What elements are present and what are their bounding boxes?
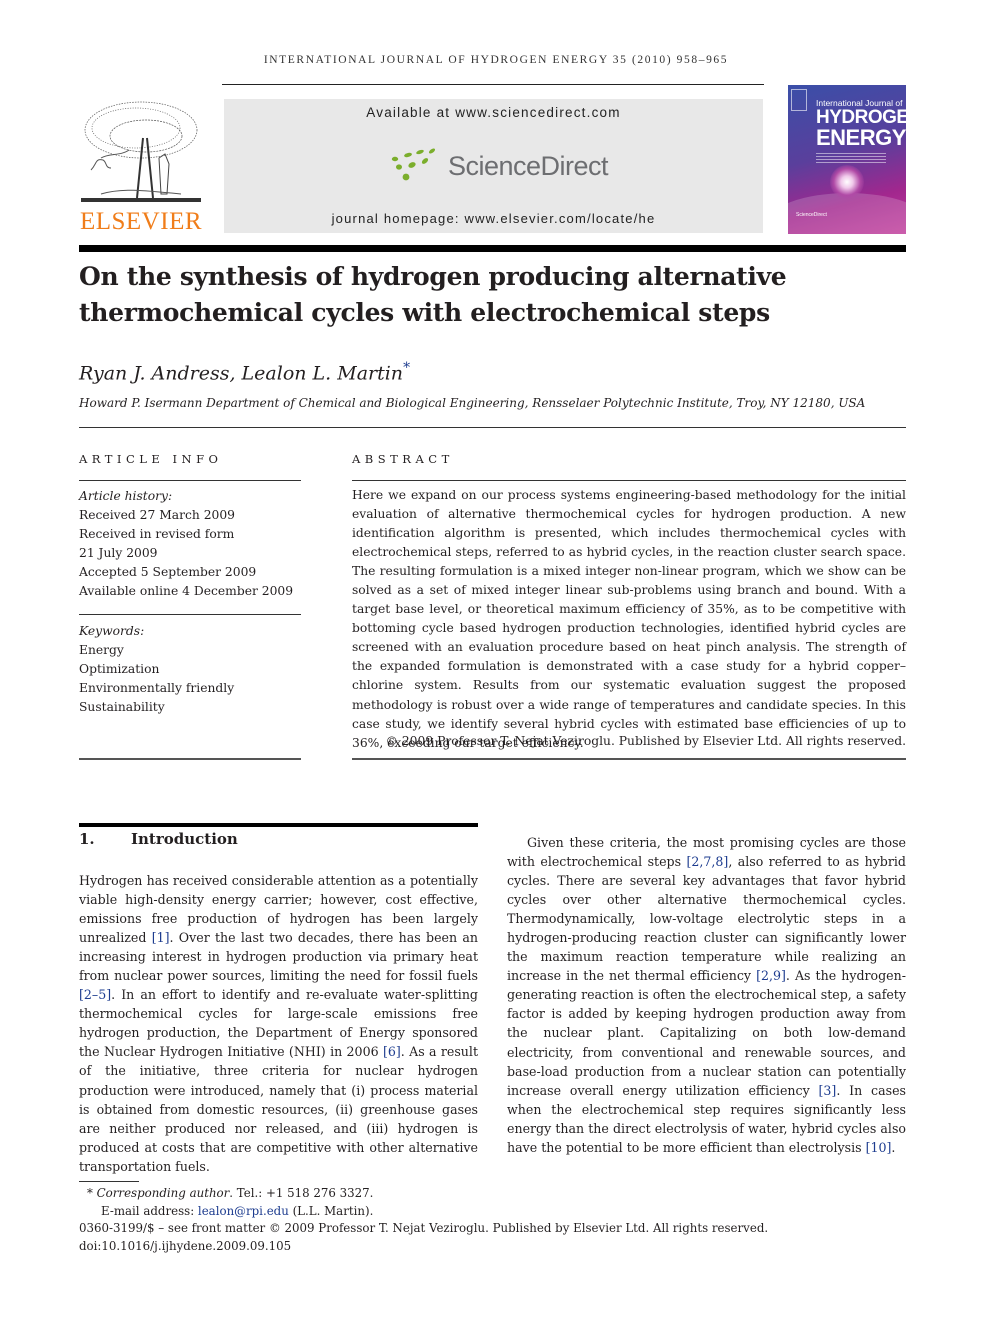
- section-heading-introduction: 1. Introduction: [79, 830, 238, 848]
- email-link[interactable]: lealon@rpi.edu: [198, 1204, 289, 1218]
- title-line-2: thermochemical cycles with electrochemic…: [79, 298, 770, 327]
- abstract-heading: ABSTRACT: [352, 452, 454, 466]
- citation-link[interactable]: [2–5]: [79, 987, 111, 1002]
- footnotes: * Corresponding author. Tel.: +1 518 276…: [79, 1185, 768, 1255]
- issn-line: 0360-3199/$ – see front matter © 2009 Pr…: [79, 1221, 769, 1235]
- history-item: 21 July 2009: [79, 546, 158, 560]
- keywords-label: Keywords:: [79, 624, 145, 638]
- elsevier-tree-icon: [81, 101, 201, 202]
- article-history: Article history: Received 27 March 2009 …: [79, 487, 301, 601]
- footnote-marker: *: [87, 1186, 93, 1200]
- footnote-rule: [79, 1181, 139, 1182]
- sciencedirect-banner: Available at www.sciencedirect.com Scien…: [224, 99, 763, 233]
- citation-link[interactable]: [2,9]: [756, 968, 786, 983]
- citation-link[interactable]: [6]: [383, 1044, 401, 1059]
- available-at-link[interactable]: Available at www.sciencedirect.com: [224, 105, 763, 120]
- history-item: Received 27 March 2009: [79, 508, 236, 522]
- keywords-rule: [79, 614, 301, 615]
- telephone: . Tel.: +1 518 276 3327.: [229, 1186, 374, 1200]
- history-item: Accepted 5 September 2009: [79, 565, 257, 579]
- abstract-end-rule: [352, 758, 906, 760]
- paragraph-text: , also referred to as hybrid cycles. The…: [507, 854, 906, 984]
- keyword-item: Environmentally friendly: [79, 681, 235, 695]
- paragraph-text: .: [891, 1139, 896, 1155]
- keyword-item: Energy: [79, 643, 124, 657]
- citation-link[interactable]: [1]: [152, 930, 170, 945]
- cover-volume-box: [791, 89, 807, 111]
- elsevier-logo: ELSEVIER: [79, 98, 203, 238]
- article-info-end-rule: [79, 758, 301, 760]
- body-column-right: Given these criteria, the most promising…: [507, 833, 906, 1157]
- cover-footer: ScienceDirect: [796, 212, 827, 218]
- authors: Ryan J. Andress, Lealon L. Martin: [79, 362, 404, 385]
- section-rule: [79, 823, 478, 827]
- article-title: On the synthesis of hydrogen producing a…: [79, 259, 909, 331]
- email-label: E-mail address:: [101, 1203, 198, 1218]
- affiliation-rule: [79, 427, 906, 428]
- header-rule: [222, 84, 764, 85]
- sciencedirect-wordmark: ScienceDirect: [448, 151, 609, 181]
- citation-link[interactable]: [2,7,8]: [686, 854, 728, 869]
- paragraph-text: . As a result of the initiative, three c…: [79, 1044, 478, 1174]
- corresponding-author-label: Corresponding author: [96, 1186, 230, 1200]
- article-history-label: Article history:: [79, 489, 173, 503]
- elsevier-wordmark: ELSEVIER: [79, 208, 203, 235]
- cover-orb-graphic: [830, 165, 864, 199]
- journal-homepage-link[interactable]: journal homepage: www.elsevier.com/locat…: [224, 211, 763, 226]
- abstract-text: Here we expand on our process systems en…: [352, 488, 906, 750]
- citation-link[interactable]: [3]: [819, 1083, 837, 1098]
- paragraph-text: . As the hydrogen-generating reaction is…: [507, 968, 906, 1098]
- cover-title-line3: ENERGY: [816, 125, 906, 150]
- citation-link[interactable]: [10]: [866, 1140, 892, 1155]
- corresponding-author-marker[interactable]: *: [403, 360, 410, 376]
- intro-paragraph-2: Given these criteria, the most promising…: [507, 833, 906, 1157]
- history-item: Available online 4 December 2009: [79, 584, 294, 598]
- sciencedirect-leaf-icon: [391, 148, 436, 181]
- keyword-item: Optimization: [79, 662, 160, 676]
- author-list: Ryan J. Andress, Lealon L. Martin*: [79, 360, 410, 384]
- corresponding-author-footnote: * Corresponding author. Tel.: +1 518 276…: [79, 1185, 768, 1203]
- email-footnote: E-mail address: lealon@rpi.edu (L.L. Mar…: [79, 1203, 768, 1221]
- running-head: INTERNATIONAL JOURNAL OF HYDROGEN ENERGY…: [263, 54, 729, 66]
- body-column-left: Hydrogen has received considerable atten…: [79, 871, 478, 1176]
- cover-editor-lines: [816, 153, 886, 154]
- section-number: 1.: [79, 830, 95, 848]
- doi-link[interactable]: doi:10.1016/j.ijhydene.2009.09.105: [79, 1238, 768, 1256]
- abstract-copyright: © 2009 Professor T. Nejat Veziroglu. Pub…: [385, 734, 906, 748]
- journal-cover-image: International Journal of HYDROGEN ENERGY…: [788, 85, 906, 234]
- intro-paragraph-1: Hydrogen has received considerable atten…: [79, 871, 478, 1176]
- abstract-rule: [352, 480, 906, 481]
- article-info-rule: [79, 480, 301, 481]
- title-line-1: On the synthesis of hydrogen producing a…: [79, 262, 787, 291]
- affiliation: Howard P. Isermann Department of Chemica…: [79, 396, 866, 410]
- sciencedirect-logo[interactable]: ScienceDirect: [390, 147, 609, 187]
- history-item: Received in revised form: [79, 527, 235, 541]
- email-suffix: (L.L. Martin).: [288, 1203, 374, 1218]
- keywords: Keywords: Energy Optimization Environmen…: [79, 622, 301, 717]
- masthead-rule: [79, 245, 906, 252]
- keyword-item: Sustainability: [79, 700, 165, 714]
- section-title: Introduction: [131, 830, 238, 848]
- article-info-heading: ARTICLE INFO: [79, 452, 223, 466]
